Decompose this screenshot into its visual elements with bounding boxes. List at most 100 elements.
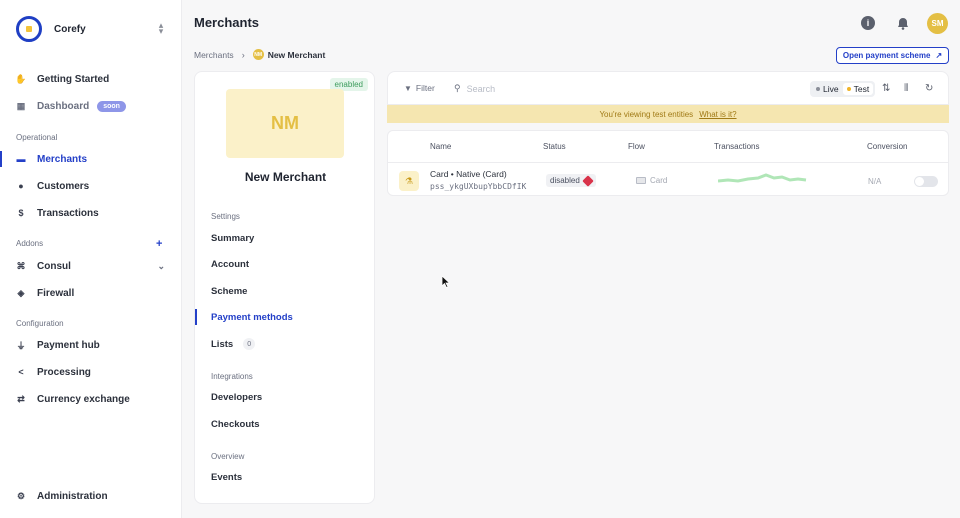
merchant-nav-events[interactable]: Events [195, 467, 375, 487]
external-link-icon: ↗ [935, 51, 943, 60]
brand-name: Corefy [54, 23, 86, 35]
shield-icon: ◈ [17, 287, 25, 298]
open-payment-scheme-label: Open payment scheme [842, 51, 931, 60]
store-icon: ▬ [16, 154, 26, 164]
dashboard-icon: ▦ [16, 100, 26, 111]
merchant-nav-lists[interactable]: Lists 0 [195, 334, 375, 354]
sidebar-item-label: Consul [37, 260, 71, 272]
command-icon: ⌘ [16, 260, 26, 271]
merchant-logo: NM [226, 89, 344, 158]
search-box: ⚲ [454, 83, 654, 94]
sidebar-item-getting-started[interactable]: ✋ Getting Started [0, 68, 181, 90]
merchant-nav-summary[interactable]: Summary [195, 228, 375, 248]
mode-live[interactable]: Live [812, 83, 843, 95]
sidebar-item-label: Merchants [37, 153, 88, 165]
group-overview: Overview [211, 452, 245, 461]
enable-toggle[interactable] [914, 176, 938, 187]
sidebar-item-transactions[interactable]: $ Transactions [0, 202, 181, 224]
sidebar-item-label: Getting Started [37, 73, 110, 85]
page-title: Merchants [194, 15, 260, 30]
mode-live-label: Live [823, 84, 839, 94]
conversion-value: N/A [868, 177, 882, 186]
sidebar-item-payment-hub[interactable]: ⏚ Payment hub [0, 334, 181, 356]
column-header-transactions[interactable]: Transactions [714, 142, 760, 151]
payment-methods-table: Name Status Flow Transactions Conversion… [387, 130, 949, 196]
columns-icon[interactable]: ⦀ [904, 83, 908, 94]
chevron-updown-icon: ▴ ▾ [158, 20, 164, 36]
sidebar-item-currency-exchange[interactable]: ⇄ Currency exchange [0, 388, 181, 410]
table-row[interactable]: ⚗ Card • Native (Card) pss_ykgUXbupYbbCD… [388, 162, 948, 196]
live-dot [816, 87, 820, 91]
add-addon-icon[interactable]: + [156, 238, 162, 250]
sidebar-item-merchants[interactable]: ▬ Merchants [0, 148, 181, 170]
sidebar-item-label: Payment hub [37, 339, 100, 351]
sidebar-item-customers[interactable]: ● Customers [0, 175, 181, 197]
chevron-down-icon[interactable]: ⌄ [157, 261, 165, 272]
column-header-status[interactable]: Status [543, 142, 566, 151]
dollar-icon: $ [18, 208, 24, 218]
merchant-nav-scheme[interactable]: Scheme [195, 281, 375, 301]
column-header-name[interactable]: Name [430, 142, 451, 151]
filter-icon: ▼ [404, 83, 412, 93]
notice-text: You're viewing test entities [599, 109, 694, 119]
sidebar-item-label: Firewall [37, 287, 75, 299]
filter-button[interactable]: ▼ Filter [404, 83, 435, 93]
merchant-name: New Merchant [244, 170, 327, 184]
lists-count-badge: 0 [243, 338, 256, 350]
soon-badge: soon [97, 100, 126, 112]
merchant-nav-account[interactable]: Account [195, 254, 375, 274]
user-avatar[interactable]: SM [927, 13, 948, 34]
sidebar-item-administration[interactable]: ⚙ Administration [0, 485, 181, 507]
info-icon[interactable]: i [861, 16, 875, 30]
gear-icon: ⚙ [16, 490, 26, 501]
merchant-nav-checkouts[interactable]: Checkouts [195, 414, 375, 434]
mode-switch: Live Test [810, 81, 876, 97]
mouse-cursor-icon [442, 276, 450, 288]
brand-switcher[interactable]: Corefy ▴ ▾ [16, 16, 166, 42]
sidebar-item-label: Administration [37, 490, 108, 502]
search-input[interactable] [466, 83, 617, 94]
sidebar-item-firewall[interactable]: ◈ Firewall [0, 282, 181, 304]
merchant-nav-developers[interactable]: Developers [195, 387, 375, 407]
card-icon [636, 177, 646, 184]
filter-label: Filter [415, 83, 435, 93]
corefy-logo [16, 16, 42, 42]
sidebar: Corefy ▴ ▾ ✋ Getting Started ▦ Dashboard … [0, 0, 182, 518]
refresh-icon[interactable]: ↻ [925, 83, 933, 94]
sidebar-item-processing[interactable]: < Processing [0, 361, 181, 383]
sort-icon[interactable]: ⇅ [882, 83, 890, 94]
column-header-conversion[interactable]: Conversion [867, 142, 907, 151]
users-icon: ● [18, 181, 24, 191]
group-settings: Settings [211, 212, 240, 221]
sidebar-item-label: Customers [37, 180, 90, 192]
sidebar-item-label: Currency exchange [37, 393, 130, 405]
test-mode-notice: You're viewing test entities What is it? [387, 105, 949, 123]
notice-link[interactable]: What is it? [699, 110, 736, 119]
group-integrations: Integrations [211, 372, 253, 381]
section-addons: Addons [16, 239, 44, 248]
chevron-right-icon: › [241, 49, 245, 60]
merchant-nav-payment-methods[interactable]: Payment methods [195, 307, 375, 327]
merchant-nav-lists-label: Lists [211, 338, 234, 350]
open-payment-scheme-button[interactable]: Open payment scheme ↗ [836, 47, 949, 64]
transactions-sparkline [718, 173, 807, 183]
payment-method-name: Card • Native (Card) [430, 169, 507, 179]
payment-method-id: pss_ykgUXbupYbbCDfIK [430, 182, 527, 191]
flow-cell: Card [636, 176, 667, 185]
section-operational: Operational [16, 133, 58, 142]
mode-test[interactable]: Test [842, 83, 874, 95]
mode-test-label: Test [853, 84, 870, 94]
status-badge: disabled [546, 174, 596, 187]
status-label: disabled [550, 176, 580, 185]
bell-icon[interactable] [895, 15, 911, 31]
column-header-flow[interactable]: Flow [628, 142, 645, 151]
sidebar-item-consul[interactable]: ⌘ Consul ⌄ [0, 255, 181, 277]
sidebar-item-dashboard[interactable]: ▦ Dashboard soon [0, 95, 181, 117]
share-icon: < [18, 367, 24, 377]
breadcrumb-merchants[interactable]: Merchants [194, 50, 234, 60]
test-dot [846, 87, 851, 91]
exchange-icon: ⇄ [17, 393, 25, 404]
sidebar-item-label: Dashboard [37, 100, 90, 112]
sidebar-item-label: Processing [37, 366, 91, 378]
breadcrumb-current: New Merchant [267, 49, 326, 60]
